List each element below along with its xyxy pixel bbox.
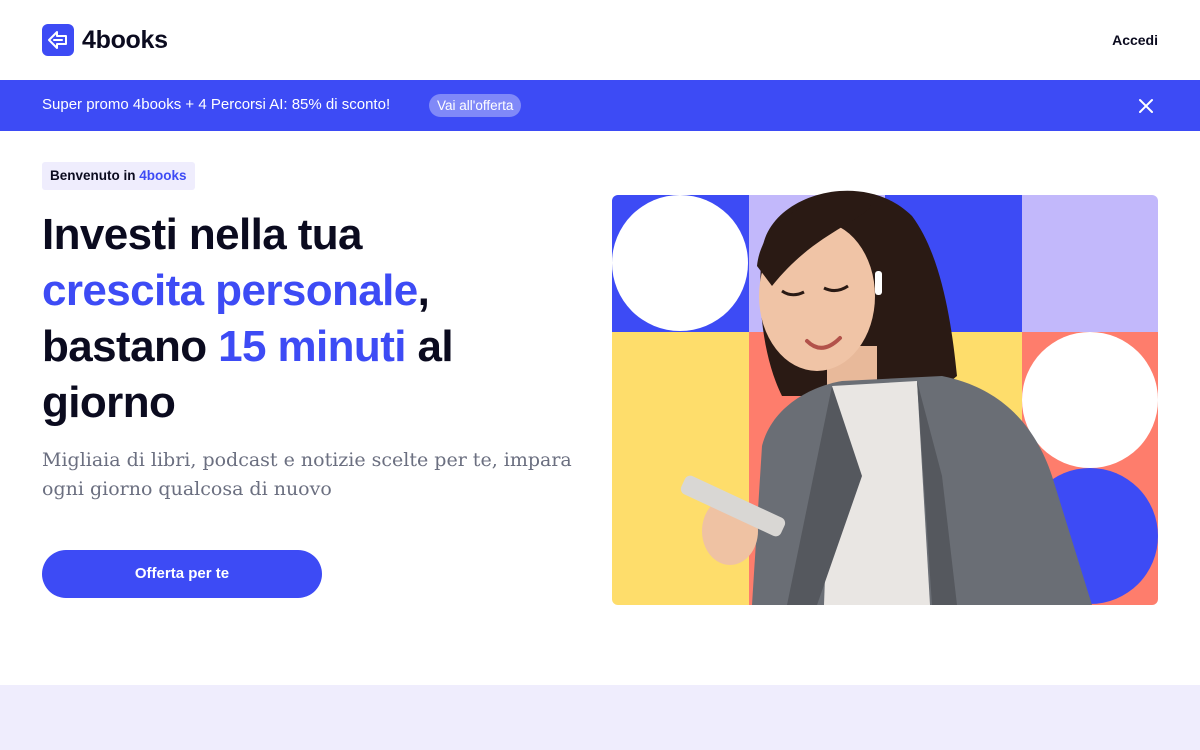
welcome-badge-brand: 4books (139, 168, 187, 183)
next-section-band (0, 685, 1200, 750)
close-icon[interactable] (1135, 95, 1157, 117)
headline-accent2: 15 minuti (218, 322, 406, 371)
hero-headline: Investi nella tua crescita personale, ba… (42, 207, 582, 431)
headline-accent1: crescita personale (42, 266, 418, 315)
login-link[interactable]: Accedi (1112, 32, 1158, 48)
brand-logo[interactable]: 4books (42, 24, 168, 56)
promo-banner: Super promo 4books + 4 Percorsi AI: 85% … (0, 80, 1200, 131)
brand-name: 4books (82, 25, 168, 54)
headline-part2: bastano (42, 322, 219, 371)
promo-text: Super promo 4books + 4 Percorsi AI: 85% … (42, 96, 391, 113)
offer-button[interactable]: Offerta per te (42, 550, 322, 598)
hero-image (612, 176, 1158, 605)
site-header: 4books Accedi (0, 0, 1200, 80)
promo-offer-button[interactable]: Vai all'offerta (429, 94, 522, 117)
arrow-logo-icon (42, 24, 74, 56)
welcome-badge-prefix: Benvenuto in (50, 168, 140, 183)
headline-line1: Investi nella tua (42, 210, 363, 259)
welcome-badge: Benvenuto in 4books (42, 162, 195, 190)
hero-subtitle: Migliaia di libri, podcast e notizie sce… (42, 449, 572, 500)
headline-comma: , (417, 266, 430, 315)
